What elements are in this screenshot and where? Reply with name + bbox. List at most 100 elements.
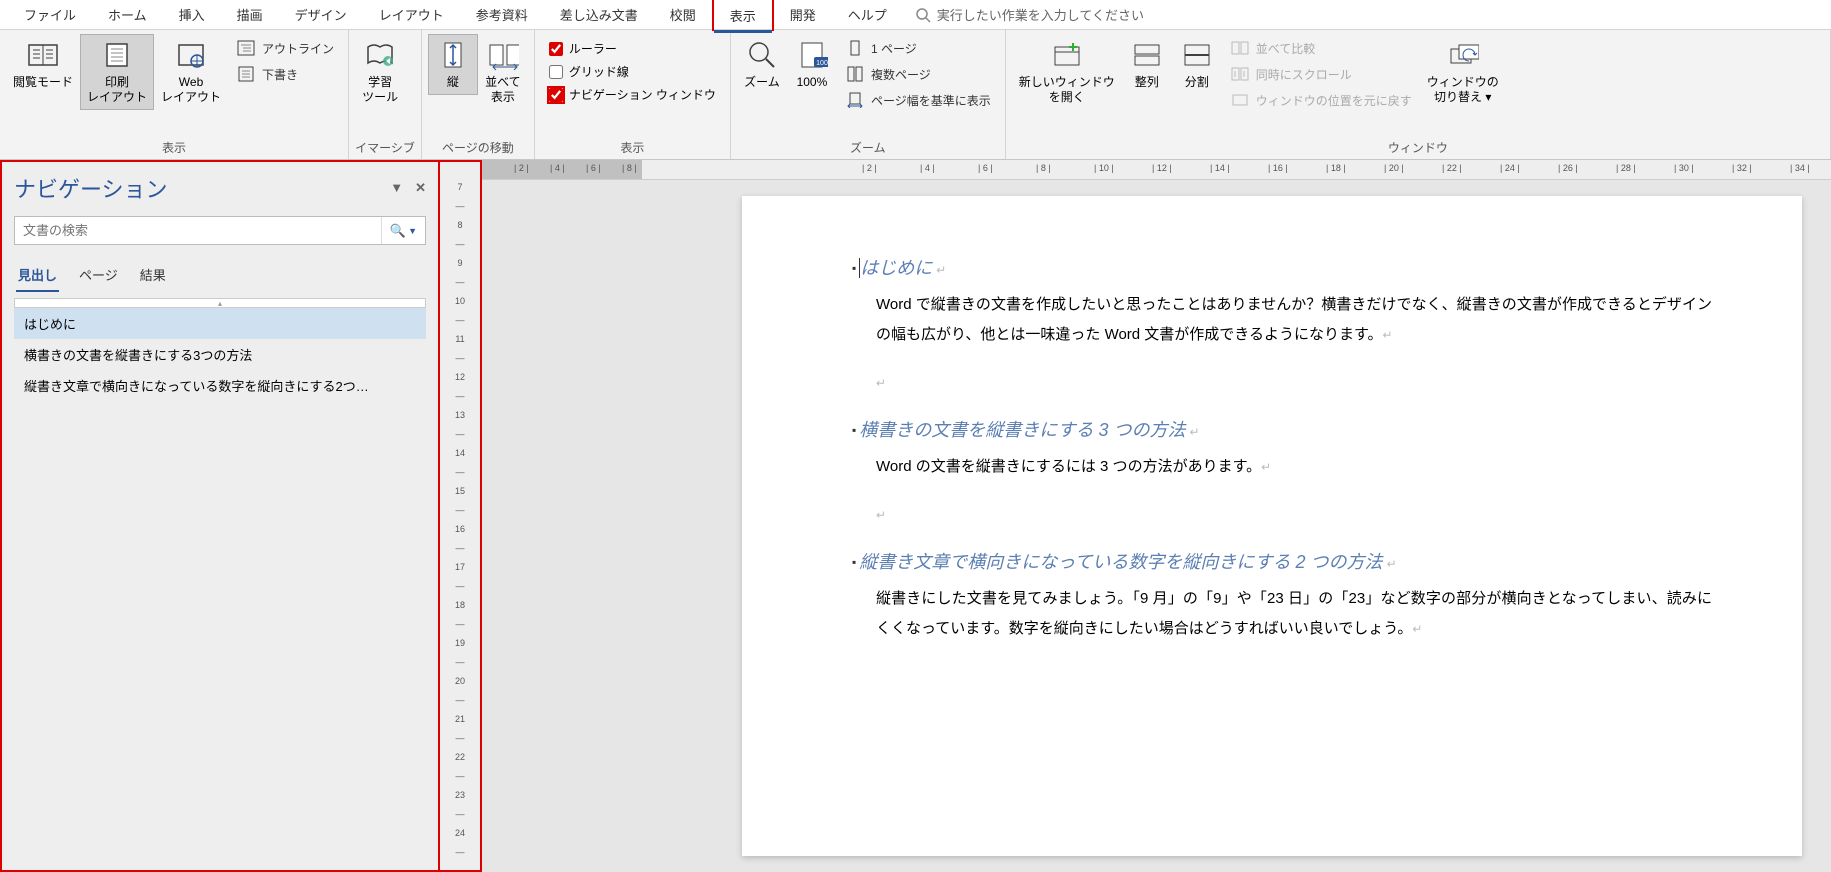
outline-button[interactable]: アウトライン [232, 36, 338, 60]
ruler-check-input[interactable] [549, 42, 563, 56]
tab-mailings[interactable]: 差し込み文書 [544, 0, 654, 30]
page-width-label: ページ幅を基準に表示 [871, 92, 991, 109]
tab-view[interactable]: 表示 [712, 0, 774, 31]
zoom-button[interactable]: ズーム [737, 34, 787, 95]
heading-2[interactable]: 横書きの文書を縦書きにする 3 つの方法↵ [852, 416, 1712, 442]
tell-me-placeholder: 実行したい作業を入力してください [937, 5, 1144, 24]
tab-design[interactable]: デザイン [279, 0, 363, 30]
heading-1[interactable]: はじめに↵ [852, 254, 1712, 280]
reset-position-button: ウィンドウの位置を元に戻す [1226, 88, 1416, 112]
tell-me-search[interactable]: 実行したい作業を入力してください [915, 5, 1144, 24]
page-width-button[interactable]: ページ幅を基準に表示 [841, 88, 995, 112]
outline-label: アウトライン [262, 40, 334, 57]
document-page[interactable]: はじめに↵ Word で縦書きの文書を作成したいと思ったことはありませんか？横書… [742, 196, 1802, 856]
tab-review[interactable]: 校閲 [654, 0, 712, 30]
nav-close-button[interactable]: ✕ [415, 180, 426, 196]
horizontal-ruler: | 8 || 6 || 4 || 2 || 2 || 4 || 6 || 8 |… [482, 160, 1831, 180]
switch-window-button[interactable]: ウィンドウの 切り替え ▾ [1420, 34, 1506, 110]
split-button[interactable]: 分割 [1172, 34, 1222, 95]
nav-list-handle[interactable]: ▴ [14, 298, 426, 308]
gridlines-label: グリッド線 [569, 63, 629, 80]
learning-tools-label: 学習 ツール [362, 75, 398, 105]
nav-search[interactable]: 🔍▼ [14, 216, 426, 245]
draft-button[interactable]: 下書き [232, 62, 338, 86]
learning-tools-button[interactable]: 学習 ツール [355, 34, 405, 110]
paragraph-blank-1[interactable]: ↵ [876, 368, 1712, 398]
one-page-label: 1 ページ [871, 40, 917, 57]
tab-file[interactable]: ファイル [8, 0, 92, 30]
heading-3[interactable]: 縦書き文章で横向きになっている数字を縦向きにする 2 つの方法↵ [852, 548, 1712, 574]
nav-item-2[interactable]: 縦書き文章で横向きになっている数字を縦向きにする2つ… [14, 370, 426, 401]
nav-pane-check-input[interactable] [549, 88, 563, 102]
group-views-label: 表示 [6, 136, 342, 157]
nav-item-0[interactable]: はじめに [14, 308, 426, 339]
gridlines-checkbox[interactable]: グリッド線 [545, 61, 720, 82]
vertical-icon [437, 39, 469, 71]
new-window-button[interactable]: 新しいウィンドウ を開く [1012, 34, 1122, 110]
group-immersive: 学習 ツール イマーシブ [349, 30, 422, 159]
read-mode-button[interactable]: 閲覧モード [6, 34, 80, 95]
zoom-icon [746, 39, 778, 71]
ruler-checkbox[interactable]: ルーラー [545, 38, 720, 59]
nav-item-1[interactable]: 横書きの文書を縦書きにする3つの方法 [14, 339, 426, 370]
navigation-pane: ナビゲーション ▼ ✕ 🔍▼ 見出し ページ 結果 ▴ はじめに 横書きの文書を… [0, 160, 440, 872]
multi-page-label: 複数ページ [871, 66, 931, 83]
reset-pos-label: ウィンドウの位置を元に戻す [1256, 92, 1412, 109]
paragraph-3[interactable]: 縦書きにした文書を見てみましょう。「9 月」の「9」や「23 日」の「23」など… [876, 584, 1712, 644]
vertical-button[interactable]: 縦 [428, 34, 478, 95]
nav-pane-checkbox[interactable]: ナビゲーション ウィンドウ [545, 84, 720, 105]
nav-tab-headings[interactable]: 見出し [16, 261, 59, 292]
vertical-label: 縦 [447, 75, 459, 90]
main-area: ナビゲーション ▼ ✕ 🔍▼ 見出し ページ 結果 ▴ はじめに 横書きの文書を… [0, 160, 1831, 872]
new-window-label: 新しいウィンドウ を開く [1019, 75, 1115, 105]
paragraph-1[interactable]: Word で縦書きの文書を作成したいと思ったことはありませんか？横書きだけでなく… [876, 290, 1712, 350]
paragraph-2[interactable]: Word の文書を縦書きにするには 3 つの方法があります。↵ [876, 452, 1712, 482]
ribbon: 閲覧モード 印刷 レイアウト Web レイアウト アウトライン 下書き [0, 30, 1831, 160]
hundred-percent-icon: 100 [796, 39, 828, 71]
nav-tab-results[interactable]: 結果 [138, 261, 168, 292]
tab-developer[interactable]: 開発 [774, 0, 832, 30]
tab-references[interactable]: 参考資料 [460, 0, 544, 30]
tab-draw[interactable]: 描画 [221, 0, 279, 30]
group-zoom: ズーム 100 100% 1 ページ 複数ページ ページ幅を基準に表示 ズーム [731, 30, 1006, 159]
paragraph-blank-2[interactable]: ↵ [876, 500, 1712, 530]
view-side-by-side-button: 並べて比較 [1226, 36, 1416, 60]
group-page-movement-label: ページの移動 [428, 136, 528, 157]
ruler-label: ルーラー [569, 40, 617, 57]
tab-help[interactable]: ヘルプ [832, 0, 903, 30]
gridlines-check-input[interactable] [549, 65, 563, 79]
nav-search-button[interactable]: 🔍▼ [381, 217, 425, 244]
side-by-side-button[interactable]: 並べて 表示 [478, 34, 528, 110]
multi-page-icon [845, 64, 865, 84]
read-mode-label: 閲覧モード [13, 75, 73, 90]
print-layout-button[interactable]: 印刷 レイアウト [80, 34, 154, 110]
side-by-side-label: 並べて 表示 [485, 75, 521, 105]
group-show-label: 表示 [541, 136, 724, 157]
nav-options-button[interactable]: ▼ [390, 180, 403, 196]
group-immersive-label: イマーシブ [355, 136, 415, 157]
group-window-label: ウィンドウ [1012, 136, 1824, 157]
nav-heading-list: ▴ はじめに 横書きの文書を縦書きにする3つの方法 縦書き文章で横向きになってい… [14, 298, 426, 401]
multi-page-button[interactable]: 複数ページ [841, 62, 995, 86]
draft-icon [236, 64, 256, 84]
tab-insert[interactable]: 挿入 [163, 0, 221, 30]
search-icon [915, 7, 931, 23]
tab-home[interactable]: ホーム [92, 0, 163, 30]
group-views: 閲覧モード 印刷 レイアウト Web レイアウト アウトライン 下書き [0, 30, 349, 159]
new-window-icon [1051, 39, 1083, 71]
tab-layout[interactable]: レイアウト [363, 0, 460, 30]
svg-text:100: 100 [816, 60, 828, 67]
one-page-button[interactable]: 1 ページ [841, 36, 995, 60]
outline-icon [236, 38, 256, 58]
draft-label: 下書き [262, 66, 298, 83]
arrange-icon [1131, 39, 1163, 71]
group-page-movement: 縦 並べて 表示 ページの移動 [422, 30, 535, 159]
web-layout-button[interactable]: Web レイアウト [154, 34, 228, 110]
nav-search-input[interactable] [15, 217, 381, 244]
nav-tabs: 見出し ページ 結果 [2, 253, 438, 292]
arrange-button[interactable]: 整列 [1122, 34, 1172, 95]
nav-tab-pages[interactable]: ページ [77, 261, 120, 292]
hundred-percent-button[interactable]: 100 100% [787, 34, 837, 95]
switch-window-icon [1447, 39, 1479, 71]
sync-scroll-button: 同時にスクロール [1226, 62, 1416, 86]
